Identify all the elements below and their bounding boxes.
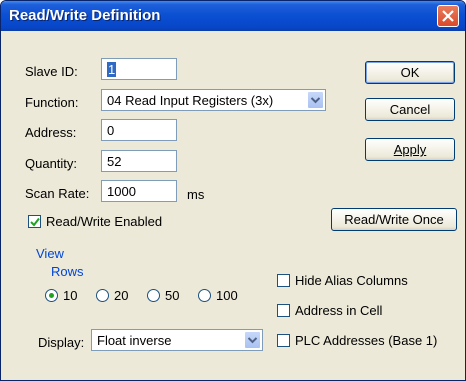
read-write-enabled-checkbox[interactable] (28, 215, 41, 228)
rows-radio-20[interactable] (96, 289, 109, 302)
display-dropdown-button[interactable] (244, 331, 261, 349)
scan-rate-value: 1000 (107, 184, 136, 199)
quantity-label: Quantity: (25, 156, 78, 171)
checkmark-icon (30, 217, 40, 227)
address-value: 0 (107, 123, 115, 138)
slave-id-input[interactable]: 1 (101, 58, 177, 80)
plc-addresses-checkbox[interactable] (277, 334, 290, 347)
title-bar[interactable]: Read/Write Definition (1, 1, 465, 31)
rows-option-50-label[interactable]: 50 (165, 288, 179, 303)
chevron-down-icon (311, 97, 320, 104)
rows-label: Rows (51, 264, 84, 279)
read-write-once-button[interactable]: Read/Write Once (331, 208, 457, 231)
address-in-cell-checkbox[interactable] (277, 304, 290, 317)
radio-selected-dot (49, 293, 54, 298)
apply-button[interactable]: Apply (365, 138, 455, 161)
display-value: Float inverse (97, 333, 172, 348)
rows-option-100-label[interactable]: 100 (216, 288, 238, 303)
quantity-input[interactable]: 52 (101, 150, 177, 172)
hide-alias-columns-checkbox[interactable] (277, 274, 290, 287)
view-group-title: View (36, 246, 64, 261)
cancel-button[interactable]: Cancel (365, 98, 455, 121)
rows-radio-100[interactable] (198, 289, 211, 302)
function-dropdown-button[interactable] (307, 91, 324, 109)
display-label: Display: (38, 335, 85, 350)
apply-label: Apply (393, 142, 427, 157)
address-input[interactable]: 0 (101, 119, 177, 141)
function-select[interactable]: 04 Read Input Registers (3x) (101, 89, 326, 111)
ok-button[interactable]: OK (365, 61, 455, 84)
rows-radio-50[interactable] (147, 289, 160, 302)
address-label: Address: (25, 125, 77, 140)
hide-alias-columns-label[interactable]: Hide Alias Columns (295, 273, 408, 288)
function-label: Function: (25, 95, 79, 110)
close-button[interactable] (437, 5, 459, 27)
window-title: Read/Write Definition (9, 7, 161, 24)
slave-id-value: 1 (107, 62, 117, 77)
slave-id-label: Slave ID: (25, 64, 78, 79)
rows-option-20-label[interactable]: 20 (114, 288, 128, 303)
function-value: 04 Read Input Registers (3x) (107, 93, 274, 108)
quantity-value: 52 (107, 154, 122, 169)
dialog-window: Read/Write Definition Slave ID: 1 Functi… (0, 0, 466, 381)
chevron-down-icon (248, 337, 257, 344)
display-select[interactable]: Float inverse (91, 329, 263, 351)
scan-rate-label: Scan Rate: (25, 186, 90, 201)
close-icon (442, 10, 454, 22)
read-write-enabled-label[interactable]: Read/Write Enabled (46, 214, 162, 229)
scan-rate-unit: ms (187, 187, 205, 202)
address-in-cell-label[interactable]: Address in Cell (295, 303, 382, 318)
scan-rate-input[interactable]: 1000 (101, 180, 177, 202)
rows-radio-10[interactable] (45, 289, 58, 302)
rows-option-10-label[interactable]: 10 (63, 288, 77, 303)
plc-addresses-label[interactable]: PLC Addresses (Base 1) (295, 333, 437, 348)
